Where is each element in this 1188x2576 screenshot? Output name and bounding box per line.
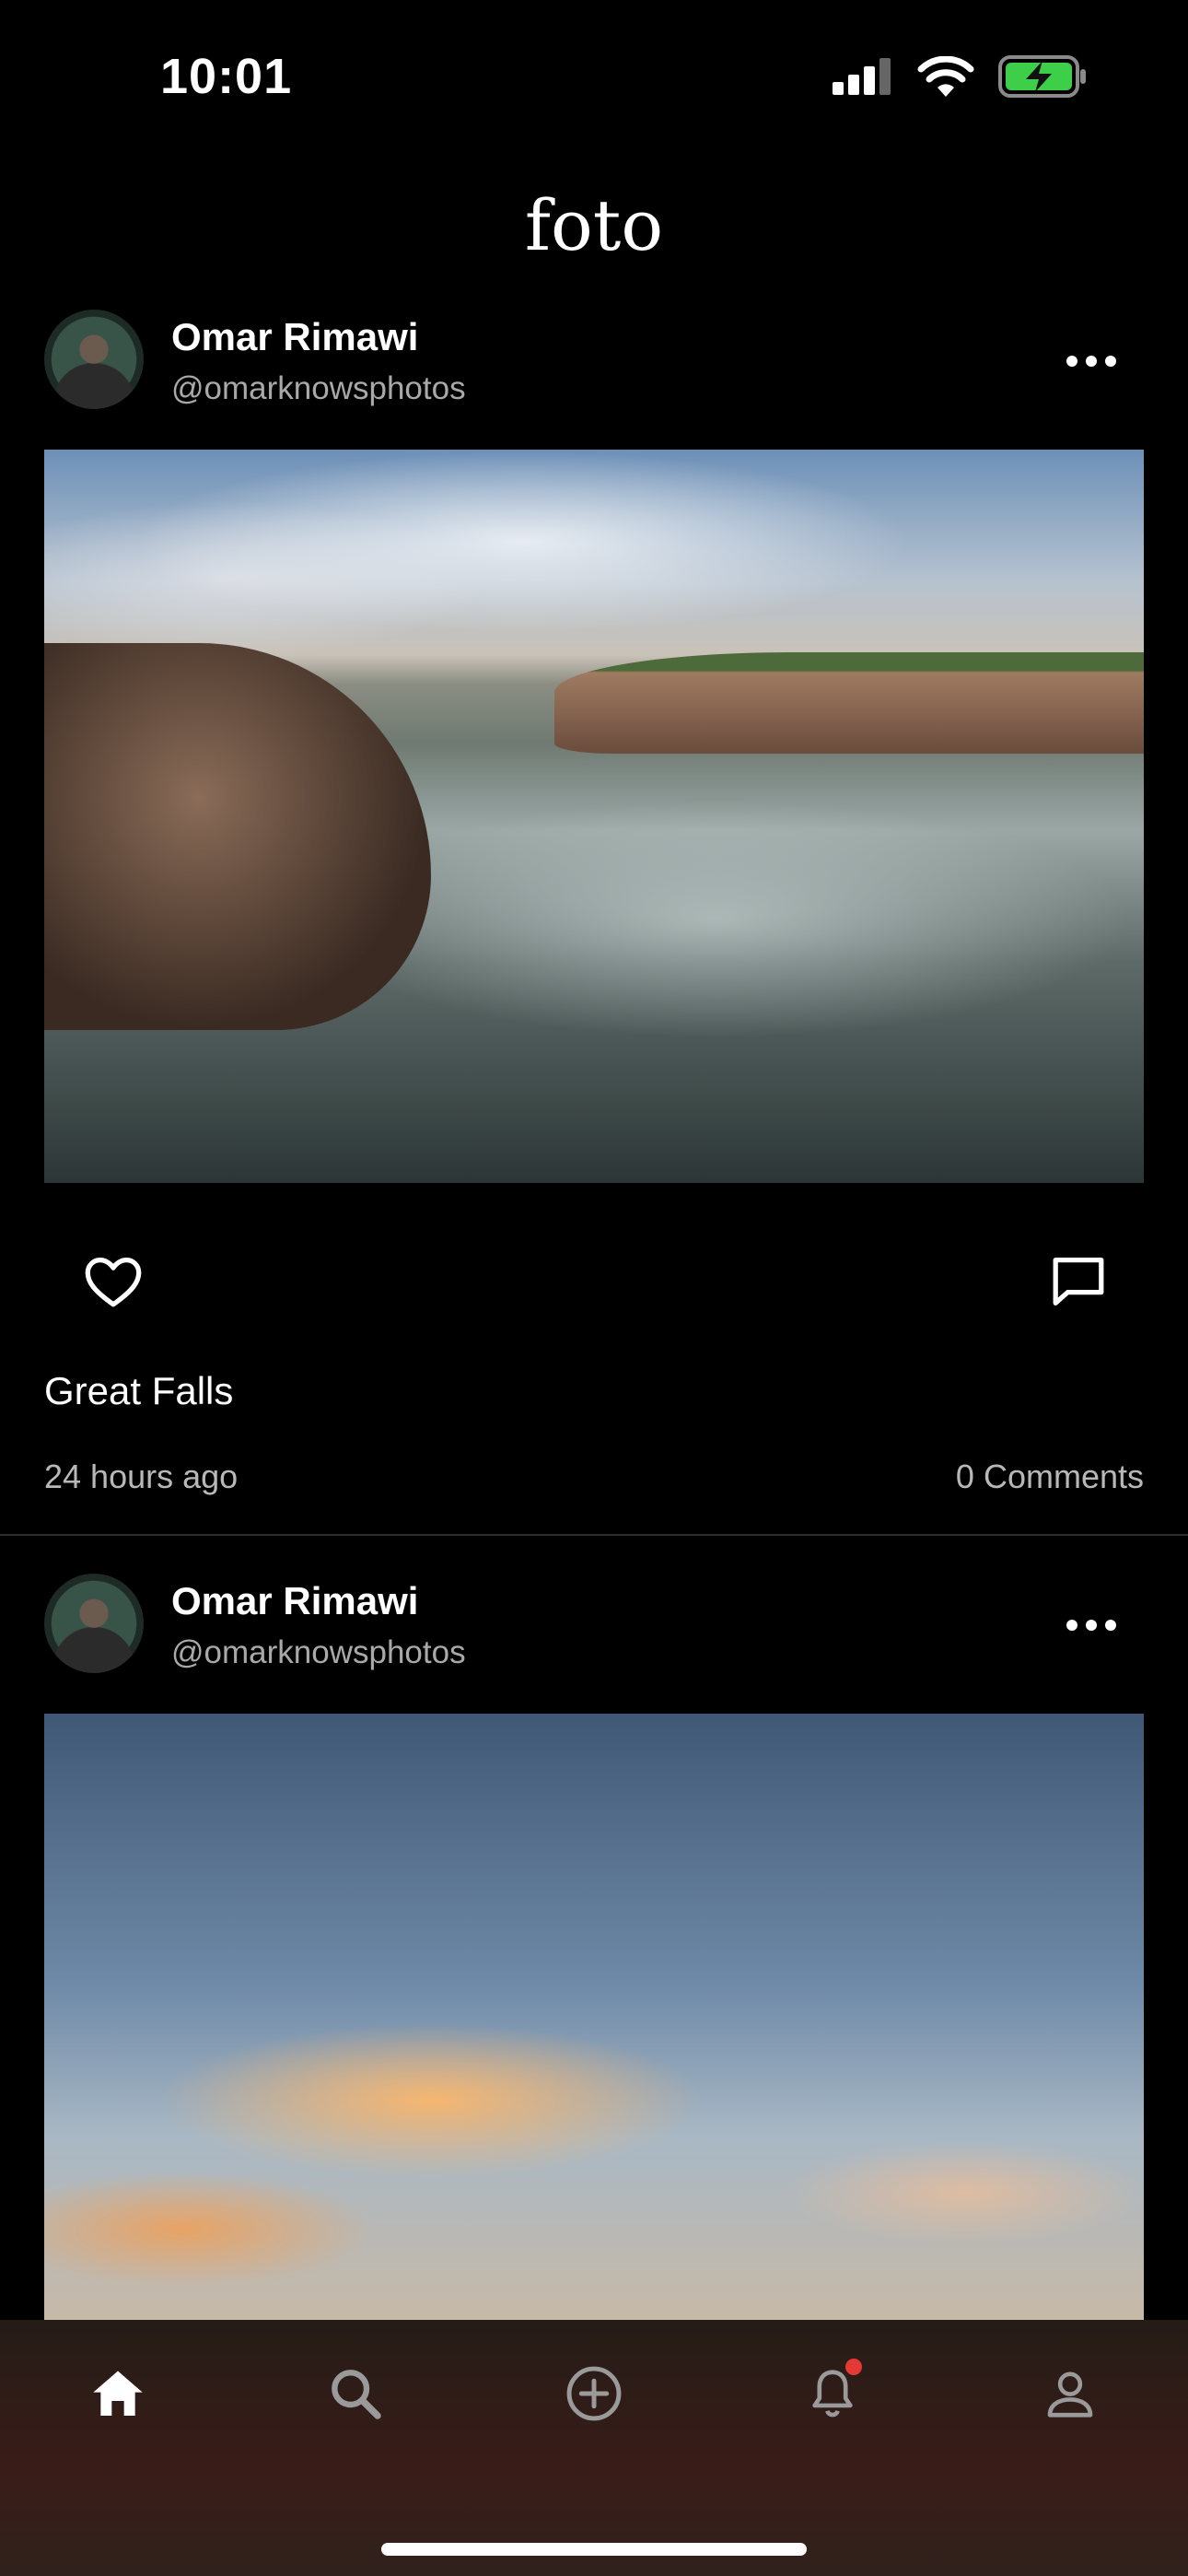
avatar[interactable] bbox=[44, 1574, 144, 1673]
photo-detail bbox=[44, 643, 431, 1030]
more-dot bbox=[1105, 356, 1116, 367]
home-icon bbox=[93, 2371, 143, 2416]
home-indicator[interactable] bbox=[381, 2543, 807, 2556]
post-card: Omar Rimawi @omarknowsphotos Great Falls… bbox=[0, 310, 1188, 1535]
post-photo[interactable] bbox=[44, 450, 1144, 1183]
app-header: foto bbox=[0, 175, 1188, 276]
comments-count-link[interactable]: 0 Comments bbox=[956, 1458, 1144, 1496]
more-dot bbox=[1066, 356, 1077, 367]
status-time: 10:01 bbox=[160, 49, 293, 104]
more-dot bbox=[1105, 1620, 1116, 1631]
post-card: Omar Rimawi @omarknowsphotos bbox=[0, 1574, 1188, 2320]
more-options-button[interactable] bbox=[1066, 343, 1116, 380]
author-name[interactable]: Omar Rimawi bbox=[171, 315, 418, 359]
photo-detail bbox=[554, 652, 1144, 754]
author-handle[interactable]: @omarknowsphotos bbox=[171, 370, 466, 407]
tab-bar bbox=[0, 2320, 1188, 2576]
notification-badge bbox=[845, 2359, 862, 2375]
post-photo[interactable] bbox=[44, 1714, 1144, 2320]
status-bar: 10:01 bbox=[0, 0, 1188, 157]
more-options-button[interactable] bbox=[1066, 1607, 1116, 1644]
post-caption: Great Falls bbox=[44, 1369, 234, 1412]
tab-search[interactable] bbox=[319, 2357, 392, 2430]
cellular-signal-icon bbox=[833, 58, 891, 95]
tab-create[interactable] bbox=[557, 2357, 631, 2430]
post-header: Omar Rimawi @omarknowsphotos bbox=[44, 1574, 1144, 1675]
app-title: foto bbox=[524, 184, 664, 266]
person-icon bbox=[1047, 2371, 1093, 2418]
post-time: 24 hours ago bbox=[44, 1458, 239, 1495]
more-dot bbox=[1066, 1620, 1077, 1631]
avatar[interactable] bbox=[44, 310, 144, 409]
tab-profile[interactable] bbox=[1033, 2357, 1107, 2430]
search-icon bbox=[332, 2370, 381, 2419]
tab-home[interactable] bbox=[81, 2357, 155, 2430]
heart-icon bbox=[85, 1258, 142, 1307]
comment-button[interactable] bbox=[1046, 1249, 1111, 1314]
battery-charging-icon bbox=[998, 55, 1086, 98]
status-icons bbox=[833, 55, 1087, 98]
author-name[interactable]: Omar Rimawi bbox=[171, 1579, 418, 1623]
comment-icon bbox=[1053, 1258, 1104, 1306]
author-handle[interactable]: @omarknowsphotos bbox=[171, 1634, 466, 1671]
post-actions bbox=[44, 1240, 1144, 1323]
post-divider bbox=[0, 1534, 1188, 1536]
tab-notifications[interactable] bbox=[796, 2357, 869, 2430]
plus-circle-icon bbox=[566, 2366, 622, 2421]
wifi-icon bbox=[917, 56, 974, 97]
more-dot bbox=[1086, 1620, 1097, 1631]
like-button[interactable] bbox=[81, 1249, 146, 1314]
more-dot bbox=[1086, 356, 1097, 367]
post-header: Omar Rimawi @omarknowsphotos bbox=[44, 310, 1144, 411]
